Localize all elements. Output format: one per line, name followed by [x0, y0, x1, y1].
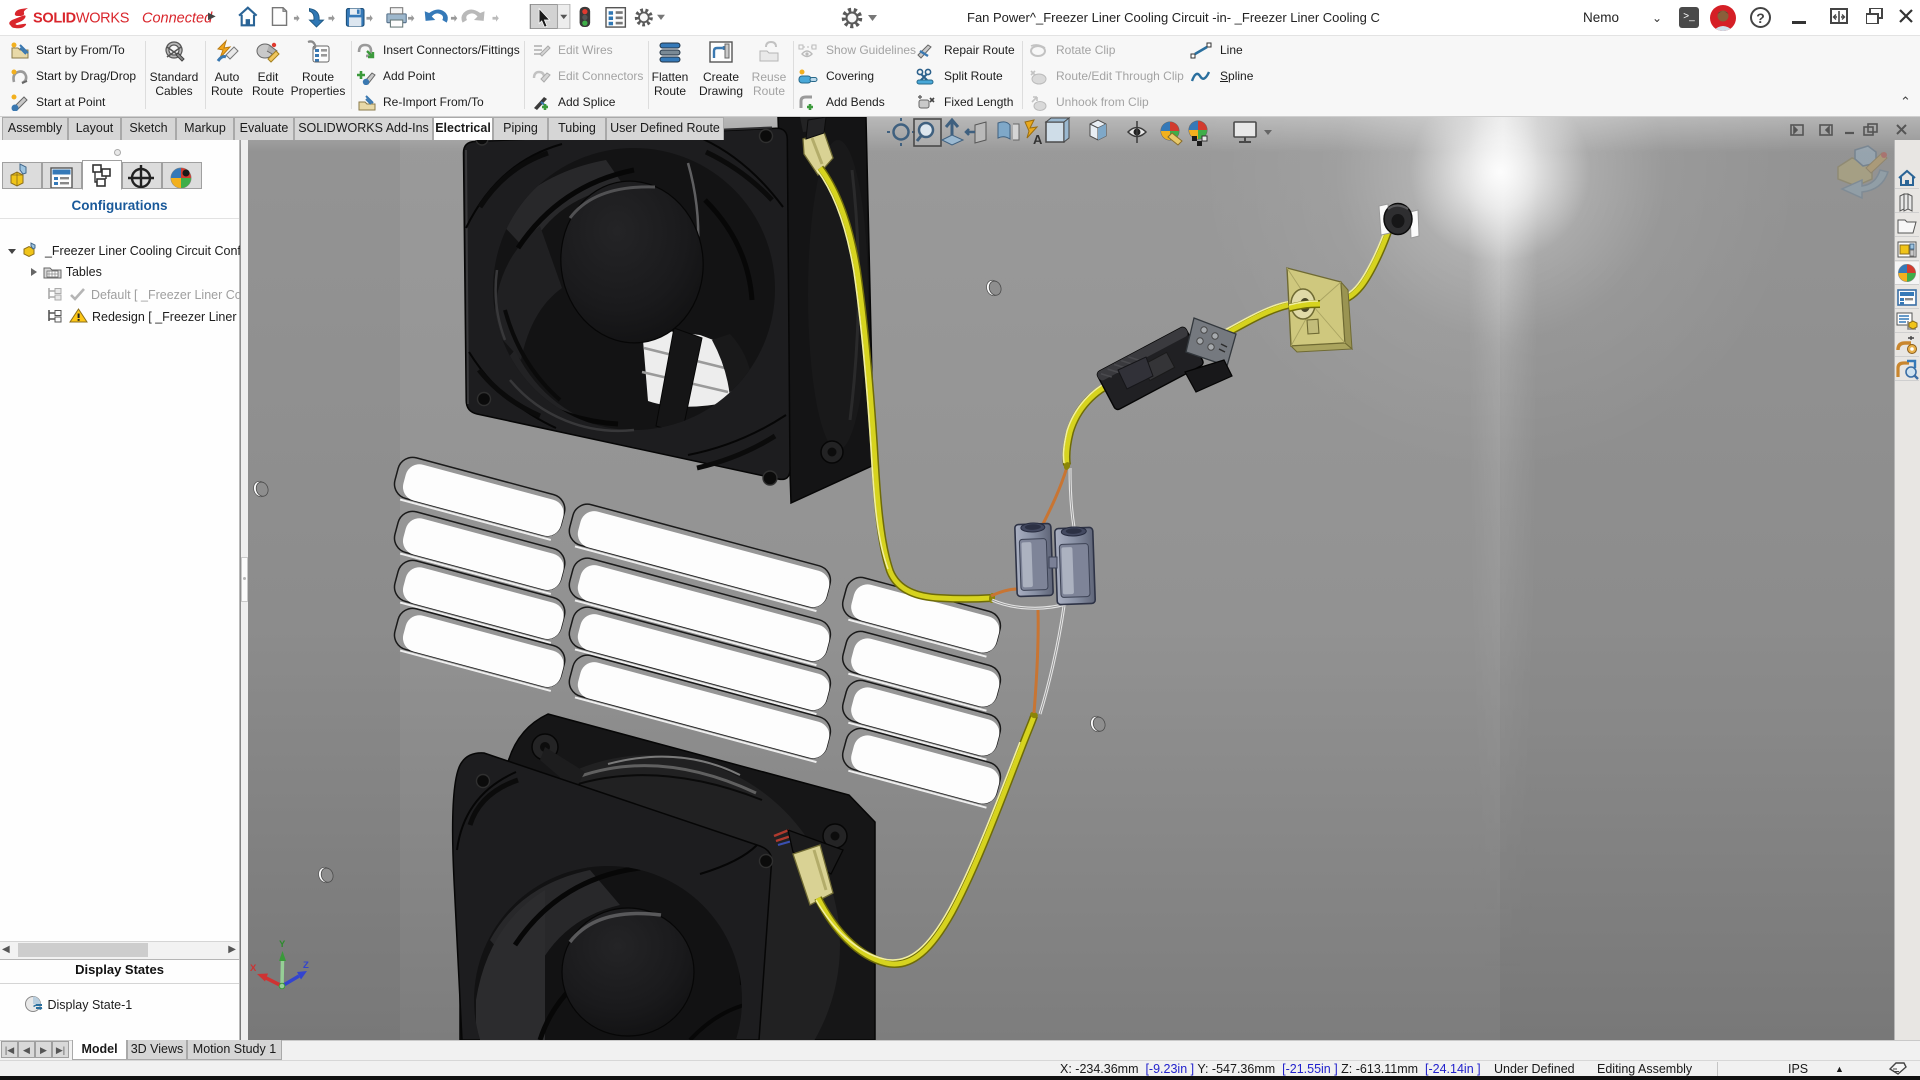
- svg-text:SOLIDWORKS: SOLIDWORKS: [33, 11, 129, 27]
- svg-text:Connected: Connected: [142, 11, 213, 27]
- svg-text:Z: Z: [303, 960, 309, 971]
- svg-text:Y: Y: [279, 939, 286, 950]
- svg-text:X: X: [250, 963, 257, 974]
- svg-text:A: A: [1033, 132, 1043, 147]
